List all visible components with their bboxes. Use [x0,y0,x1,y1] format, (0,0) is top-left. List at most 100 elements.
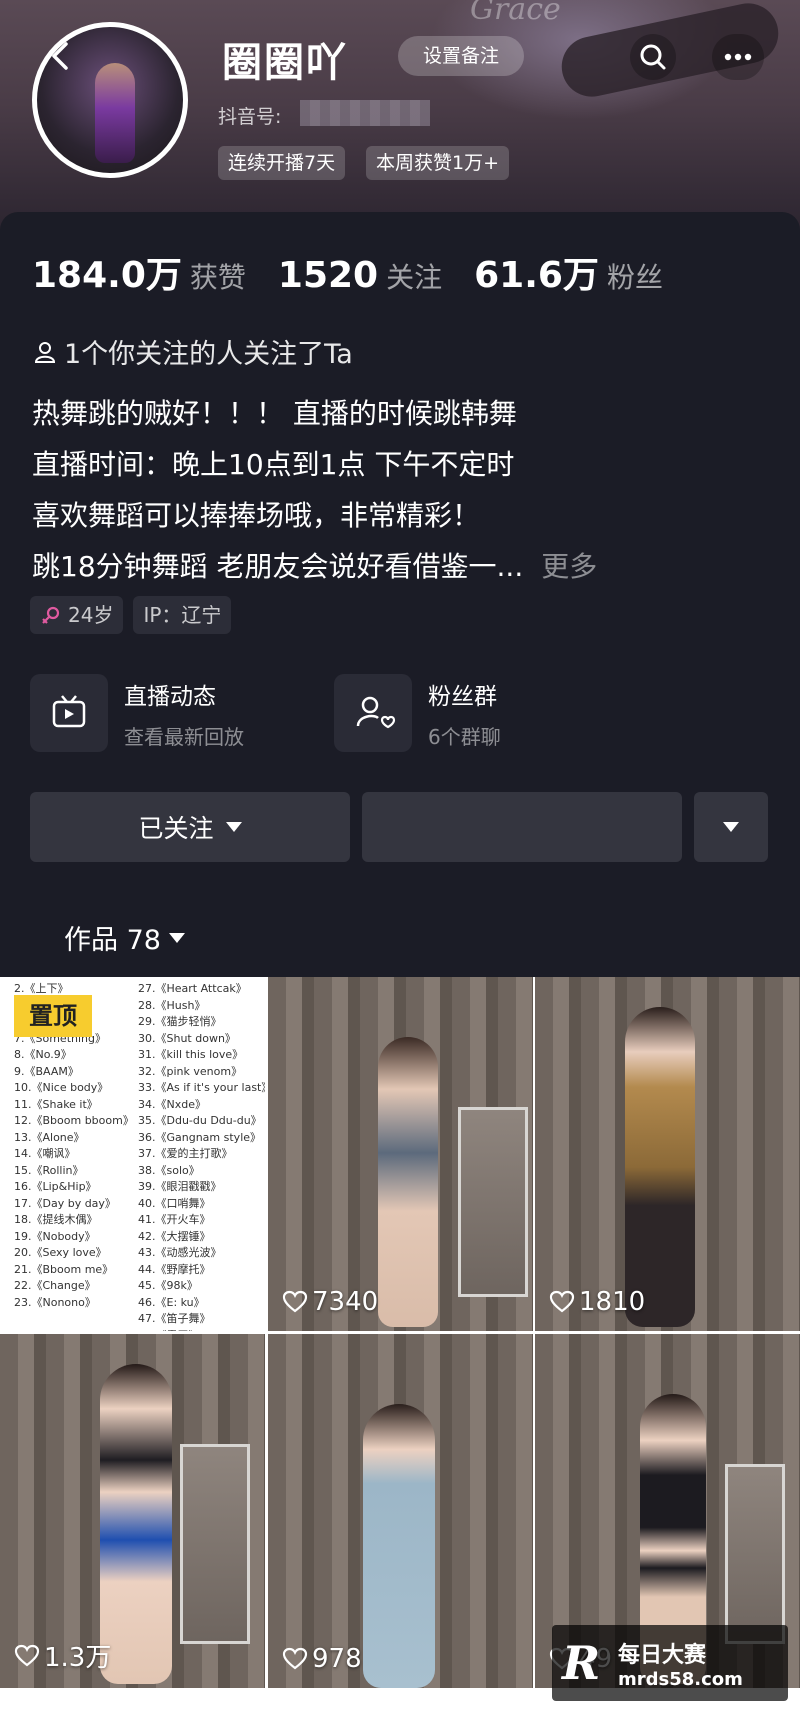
like-count-text: 978 [312,1644,362,1674]
feature-title: 直播动态 [124,683,216,710]
weekly-likes-tag[interactable]: 本周获赞1万+ [366,146,510,180]
song-list-item: 17.《Day by day》 [14,1196,116,1210]
followers-count[interactable]: 61.6万 [474,246,599,298]
douyin-id-redacted [300,100,430,126]
pinned-badge: 置顶 [14,995,92,1037]
song-list-item: 8.《No.9》 [14,1048,72,1061]
person-icon [34,341,56,363]
watermark-title: 每日大赛 [618,1642,707,1668]
song-list-item: 9.《BAAM》 [14,1064,79,1078]
song-list-item: 29.《猫步轻悄》 [138,1015,222,1028]
song-list-item: 11.《Shake it》 [14,1097,98,1111]
song-list-item: 43.《动感光波》 [138,1246,222,1259]
live-streak-tag[interactable]: 连续开播7天 [218,146,346,180]
tab-works[interactable]: 作品 78 [64,918,185,957]
heart-icon [282,1647,308,1670]
song-list-item: 48.《霸王》 [138,1328,265,1332]
chevron-down-icon [225,822,242,832]
bio-line-text: 跳18分钟舞蹈 老朋友会说好看借鉴一... [32,550,524,583]
song-list-item: 30.《Shut down》 [138,1031,236,1045]
dancer-figure [625,1007,695,1327]
profile-card: 184.0万 获赞 1520 关注 61.6万 粉丝 1个你关注的人关注了Ta … [0,212,800,977]
song-list-item: 42.《大摆锤》 [138,1229,211,1243]
profile-name: 圈圈吖 [222,40,348,86]
likes-label: 获赞 [189,261,246,294]
profile-banner: Grace 圈圈吖 设置备注 抖音号: 连续开播7天 本周获赞1万+ [0,0,800,230]
watermark-logo: R [562,1636,601,1690]
feature-subtitle: 查看最新回放 [124,724,244,749]
dancer-figure [378,1037,438,1327]
fan-group-icon [334,674,412,752]
followers-label: 粉丝 [606,261,663,294]
more-options-button[interactable] [712,34,764,80]
following-count[interactable]: 1520 [278,255,378,296]
song-list-item: 35.《Ddu-du Ddu-du》 [138,1114,262,1127]
stats-row: 184.0万 获赞 1520 关注 61.6万 粉丝 [32,246,695,296]
like-count-text: 7340 [312,1287,379,1317]
song-list-item: 23.《Nonono》 [14,1295,96,1309]
song-list-item: 28.《Hush》 [138,998,206,1012]
song-list-item: 19.《Nobody》 [14,1229,96,1243]
song-list-item: 12.《Bboom bboom》 [14,1114,134,1127]
chevron-down-icon [723,822,739,832]
song-list-item: 44.《野摩托》 [138,1262,211,1276]
more-actions-dropdown[interactable] [694,792,768,862]
following-button[interactable]: 已关注 [30,792,350,862]
age-text: 24岁 [68,603,114,627]
song-list-item: 36.《Gangnam style》 [138,1130,262,1144]
video-tile[interactable]: 1810 [535,977,800,1331]
female-icon [42,606,60,624]
video-tile-pinned[interactable]: 2.《上下》5.6.《roly-poly》7.《Something》8.《No.… [0,977,265,1331]
banner-text: Grace [470,0,561,27]
heart-icon [14,1644,40,1666]
video-tile[interactable]: 7340 [268,977,533,1331]
heart-icon [282,1290,308,1313]
mutual-follow-line[interactable]: 1个你关注的人关注了Ta [32,332,353,371]
song-list-item: 20.《Sexy love》 [14,1246,107,1259]
ip-chip: IP：辽宁 [133,596,232,634]
search-button[interactable] [630,34,676,80]
bio: 热舞跳的贼好！！！ 直播的时候跳韩舞 直播时间：晚上10点到1点 下午不定时 喜… [32,388,772,592]
mutual-follow-text: 1个你关注的人关注了Ta [64,339,353,370]
feature-subtitle: 6个群聊 [428,724,501,749]
video-tile[interactable]: 978 [268,1334,533,1688]
bio-line: 直播时间：晚上10点到1点 下午不定时 [32,448,515,481]
fan-group-entry[interactable]: 粉丝群 6个群聊 [334,674,501,752]
following-label: 关注 [386,261,443,294]
more-icon [724,53,752,61]
song-list-item: 41.《开火车》 [138,1213,211,1226]
back-icon[interactable] [44,38,80,74]
likes-count[interactable]: 184.0万 [32,246,182,298]
song-list-item: 31.《kill this love》 [138,1048,244,1061]
age-chip: 24岁 [30,596,124,634]
song-list-item: 10.《Nice body》 [14,1081,109,1094]
song-list-item: 13.《Alone》 [14,1130,85,1144]
video-tile[interactable]: 1.3万 [0,1334,265,1688]
song-list-item: 16.《Lip&Hip》 [14,1180,97,1193]
mirror [725,1464,785,1644]
search-icon [640,44,666,70]
like-count-text: 1810 [579,1287,646,1317]
song-list-item: 32.《pink venom》 [138,1064,243,1078]
like-count: 1810 [549,1287,645,1317]
song-list-right: 27.《Heart Attcak》 28.《Hush》 29.《猫步轻悄》 30.《S… [138,981,265,1331]
like-count-text: 1.3万 [44,1643,112,1673]
song-list-item: 34.《Nxde》 [138,1097,206,1111]
mirror [180,1444,250,1644]
song-list-item: 21.《Bboom me》 [14,1262,114,1276]
like-count: 978 [282,1644,362,1674]
info-chips: 24岁 IP：辽宁 [30,596,241,634]
bio-line-last: 跳18分钟舞蹈 老朋友会说好看借鉴一... 更多 [32,541,772,592]
feature-title: 粉丝群 [428,683,497,710]
bio-more-link[interactable]: 更多 [541,550,597,583]
message-button[interactable] [362,792,682,862]
douyin-id-label: 抖音号: [218,106,282,128]
bio-line: 喜欢舞蹈可以捧捧场哦，非常精彩！ [32,499,481,532]
live-activity-entry[interactable]: 直播动态 查看最新回放 [30,674,244,752]
heart-icon [549,1290,575,1313]
song-list-item: 22.《Change》 [14,1279,96,1292]
avatar-figure [95,63,135,163]
set-remark-button[interactable]: 设置备注 [398,36,524,76]
like-count: 7340 [282,1287,378,1317]
song-list-item: 14.《嘲讽》 [14,1147,76,1160]
